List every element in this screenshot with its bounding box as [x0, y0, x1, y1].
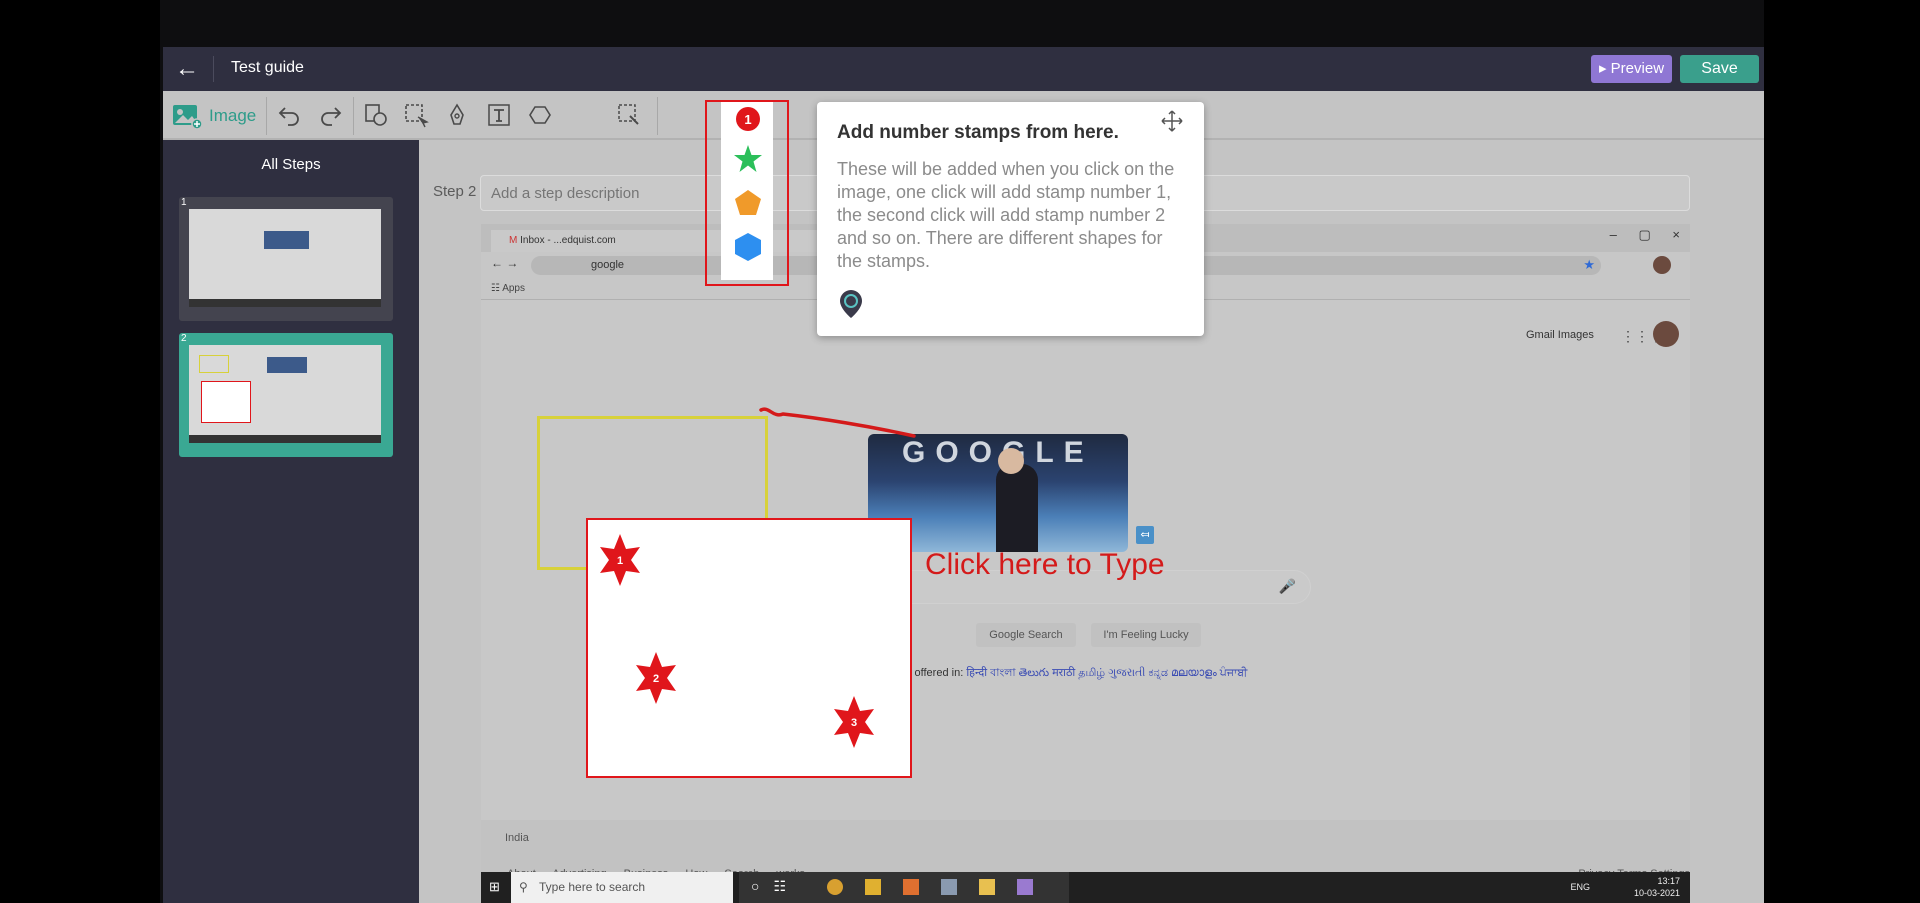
- doodle-figure: [996, 464, 1038, 552]
- shapes-button[interactable]: [358, 97, 394, 133]
- save-button[interactable]: Save: [1680, 55, 1759, 83]
- text-icon: [488, 104, 510, 126]
- stamp-shape-menu: 1: [705, 100, 789, 286]
- crop-select-button[interactable]: [398, 97, 434, 133]
- sticky-notes-icon: [865, 879, 881, 895]
- doodle-head: [998, 448, 1024, 474]
- google-search-button: Google Search: [976, 623, 1076, 647]
- step-label: Step 2: [433, 183, 477, 200]
- divider: [266, 97, 267, 135]
- back-button[interactable]: ←: [173, 55, 201, 83]
- bookmark-star-icon: ★: [1583, 257, 1595, 272]
- search-icon: ⚲: [519, 880, 528, 894]
- blur-button[interactable]: [611, 97, 647, 133]
- hexagon-stamp-icon[interactable]: [733, 232, 763, 262]
- header-bar: ← Test guide ▸ Preview Save: [163, 47, 1764, 91]
- step-preview: [189, 345, 381, 443]
- apps-icon: ☷ Apps: [491, 283, 525, 294]
- stamp-area-rectangle[interactable]: 1 2 3: [586, 518, 912, 778]
- image-tool-button[interactable]: Image: [171, 99, 256, 133]
- window-controls-icon: – ▢ ×: [1609, 227, 1680, 242]
- svg-text:2: 2: [653, 673, 659, 685]
- text-annotation[interactable]: Click here to Type: [925, 548, 1165, 582]
- gmail-icon: M: [509, 235, 521, 246]
- step-thumbnail-1[interactable]: 1: [179, 197, 393, 321]
- shapes-icon: [365, 104, 387, 126]
- file-explorer-icon: [979, 879, 995, 895]
- divider: [353, 97, 354, 135]
- crop-select-icon: [405, 104, 429, 128]
- number-stamp-1[interactable]: 1: [598, 534, 642, 586]
- tooltip-title: Add number stamps from here.: [837, 122, 1119, 143]
- guide-title: Test guide: [231, 59, 304, 76]
- avatar: [1653, 321, 1679, 347]
- share-icon: ⤆: [1136, 526, 1154, 544]
- undo-icon: [278, 107, 299, 126]
- step-number: 1: [181, 197, 187, 208]
- languages-offered: Google offered in: हिन्दी বাংলা తెలుగు म…: [876, 667, 1248, 679]
- nav-arrows-icon: ← →: [491, 256, 519, 270]
- profile-avatar: [1653, 256, 1671, 274]
- play-icon: ▸: [1598, 60, 1611, 77]
- number-stamp-3[interactable]: 3: [832, 696, 876, 748]
- map-pin-logo-icon: [840, 290, 862, 318]
- windows-start-icon: ⊞: [489, 879, 500, 894]
- freehand-pen-stroke[interactable]: [759, 404, 919, 444]
- taskbar-search: ⚲ Type here to search: [511, 872, 733, 903]
- redo-icon: [321, 107, 342, 126]
- number-stamp-2[interactable]: 2: [634, 652, 678, 704]
- preview-button[interactable]: ▸ Preview: [1591, 55, 1672, 83]
- taskbar-app-icons: ○☷: [739, 872, 1069, 903]
- step-number: 2: [181, 333, 187, 344]
- pen-button[interactable]: [439, 97, 475, 133]
- arrow-left-icon: ←: [175, 55, 199, 82]
- image-icon: [173, 105, 203, 130]
- app-icon: [903, 879, 919, 895]
- stamp-button[interactable]: [522, 97, 558, 133]
- microphone-icon: 🎤: [1278, 578, 1296, 594]
- google-top-links: Gmail Images: [1526, 329, 1594, 341]
- all-steps-heading: All Steps: [261, 156, 321, 173]
- chrome-app-icon: [827, 879, 843, 895]
- task-view-icon: ○☷: [751, 878, 801, 894]
- windows-taskbar: ⊞ ⚲ Type here to search ○☷ ENG 13:17 10-03-…: [481, 872, 1690, 903]
- blur-icon: [618, 104, 639, 125]
- tooltip-body: These will be added when you click on th…: [837, 159, 1175, 271]
- step-thumbnail-2[interactable]: 2: [179, 333, 393, 457]
- steps-sidebar: All Steps 1 2: [163, 140, 419, 903]
- pen-icon: [450, 103, 464, 125]
- app-window: ← Test guide ▸ Preview Save Image All St…: [160, 0, 1764, 903]
- stamp-icon: [529, 106, 551, 124]
- text-button[interactable]: [481, 97, 517, 133]
- svg-text:1: 1: [617, 555, 623, 567]
- onboarding-tooltip: Add number stamps from here. These will …: [817, 102, 1204, 336]
- svg-text:1: 1: [744, 112, 751, 127]
- pentagon-stamp-icon[interactable]: [733, 188, 763, 218]
- undo-button[interactable]: [271, 97, 307, 133]
- divider: [213, 56, 214, 82]
- divider: [657, 97, 658, 135]
- feeling-lucky-button: I'm Feeling Lucky: [1091, 623, 1201, 647]
- step-preview: [189, 209, 381, 307]
- redo-button[interactable]: [313, 97, 349, 133]
- app-icon: [941, 879, 957, 895]
- svg-text:3: 3: [851, 717, 857, 729]
- circle-stamp-icon[interactable]: 1: [733, 104, 763, 134]
- teams-icon: [1017, 879, 1033, 895]
- move-icon[interactable]: [1161, 110, 1183, 132]
- star-stamp-icon[interactable]: [733, 144, 763, 174]
- stamp-shape-list: 1: [721, 102, 773, 280]
- system-tray: ENG 13:17 10-03-2021: [1570, 876, 1680, 898]
